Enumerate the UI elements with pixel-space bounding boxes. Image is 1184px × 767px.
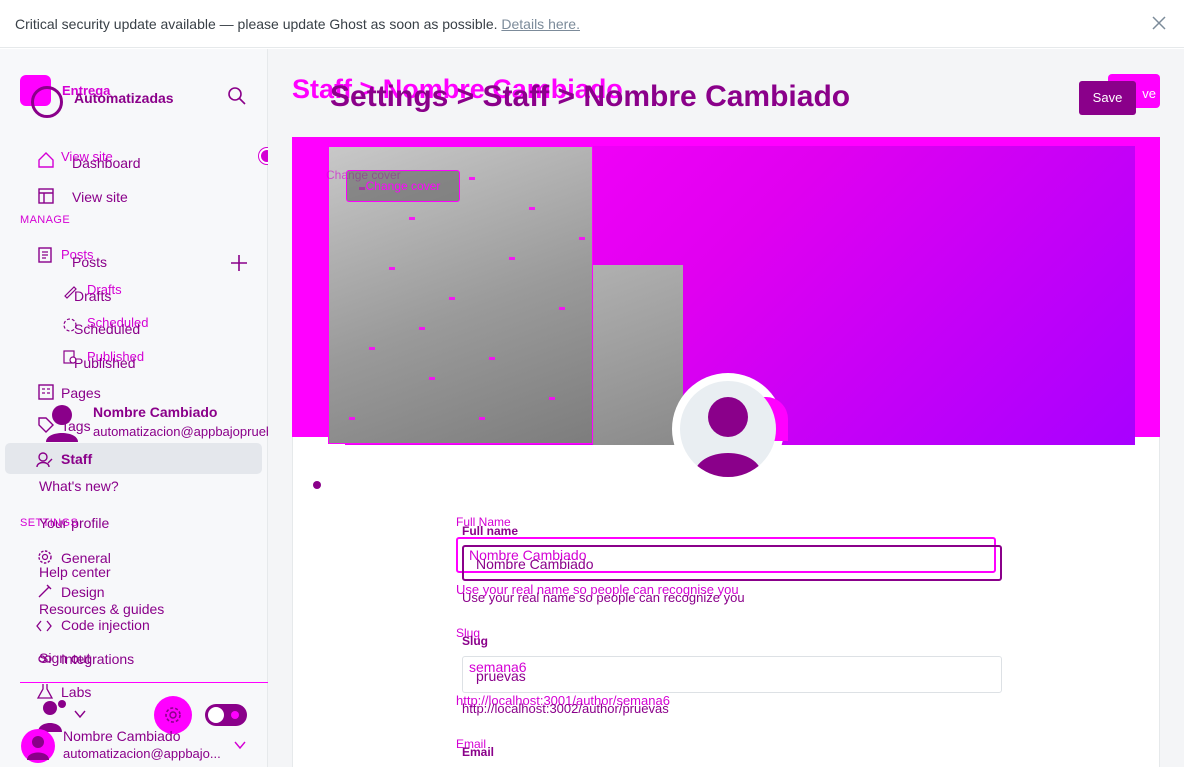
close-icon[interactable]	[1150, 14, 1168, 32]
nav-code-injection[interactable]: Code injection	[61, 617, 150, 633]
nav-view-site[interactable]: View site	[72, 189, 128, 205]
nav-design[interactable]: Design	[61, 584, 105, 600]
nav-dashboard[interactable]: Dashboard	[72, 155, 141, 171]
add-post-icon[interactable]	[229, 253, 249, 273]
footer-avatar-icon[interactable]	[20, 728, 56, 764]
code-icon	[36, 620, 52, 632]
nav-pages[interactable]: Pages	[61, 385, 101, 401]
slug-label: Slug	[462, 634, 488, 648]
full-name-hint: Use your real name so people can recogni…	[462, 590, 745, 605]
nav-drafts[interactable]: Drafts	[74, 288, 111, 304]
actions-dot[interactable]	[313, 481, 321, 489]
popup-user-name: Nombre Cambiado	[93, 404, 218, 420]
slug-input[interactable]	[462, 656, 1002, 693]
banner-details-link[interactable]: Details here.	[501, 16, 580, 32]
manage-section-label: MANAGE	[20, 214, 71, 226]
nav-integrations[interactable]: Integrations	[61, 651, 134, 667]
nav-published[interactable]: Published	[74, 355, 136, 371]
site-icon-circle	[31, 86, 63, 118]
chevron-down-icon[interactable]	[72, 708, 88, 720]
menu-resources[interactable]: Resources & guides	[39, 601, 164, 617]
menu-whats-new[interactable]: What's new?	[39, 478, 119, 494]
update-banner: Critical security update available — ple…	[0, 0, 1184, 48]
brush-icon	[38, 584, 52, 598]
full-name-value: Nombre Cambiado	[476, 556, 594, 572]
toggle-knob	[208, 707, 224, 723]
footer-chevron-icon[interactable]	[232, 739, 248, 751]
layout-icon	[38, 188, 54, 204]
settings-gear-icon	[165, 707, 181, 723]
full-name-label: Full name	[462, 524, 519, 538]
change-cover-button[interactable]: Change cover	[346, 170, 460, 202]
save-button[interactable]: Save	[1079, 81, 1136, 115]
nav-staff[interactable]: Staff	[61, 451, 92, 467]
email-label: Email	[462, 745, 495, 759]
banner-message-text: Critical security update available — ple…	[15, 16, 498, 32]
banner-message: Critical security update available — ple…	[15, 16, 580, 32]
user-menu-avatar-icon[interactable]	[36, 698, 70, 732]
user-avatar-icon	[46, 405, 78, 442]
nav-scheduled[interactable]: Scheduled	[74, 321, 140, 337]
cover-photo-edge	[593, 265, 683, 445]
menu-your-profile[interactable]: Your profile	[39, 515, 109, 531]
breadcrumb[interactable]: Settings > Staff > Nombre Cambiado	[330, 80, 850, 114]
staff-icon	[36, 452, 53, 468]
profile-user-icon	[694, 397, 762, 477]
profile-avatar[interactable]	[680, 381, 776, 477]
pages-icon	[38, 384, 54, 400]
site-name[interactable]: Automatizadas	[74, 90, 174, 106]
menu-help-center[interactable]: Help center	[39, 564, 111, 580]
footer-user-name[interactable]: Nombre Cambiado	[63, 728, 181, 744]
search-icon[interactable]	[226, 85, 248, 107]
moon-icon	[231, 711, 239, 719]
nav-posts[interactable]: Posts	[72, 254, 107, 270]
slug-url: http://localhost:3002/author/pruevas	[462, 701, 669, 716]
footer-user-email: automatizacion@appbajo...	[63, 746, 221, 761]
home-icon	[38, 152, 54, 168]
posts-icon	[38, 247, 52, 263]
slug-value: pruevas	[476, 668, 526, 684]
